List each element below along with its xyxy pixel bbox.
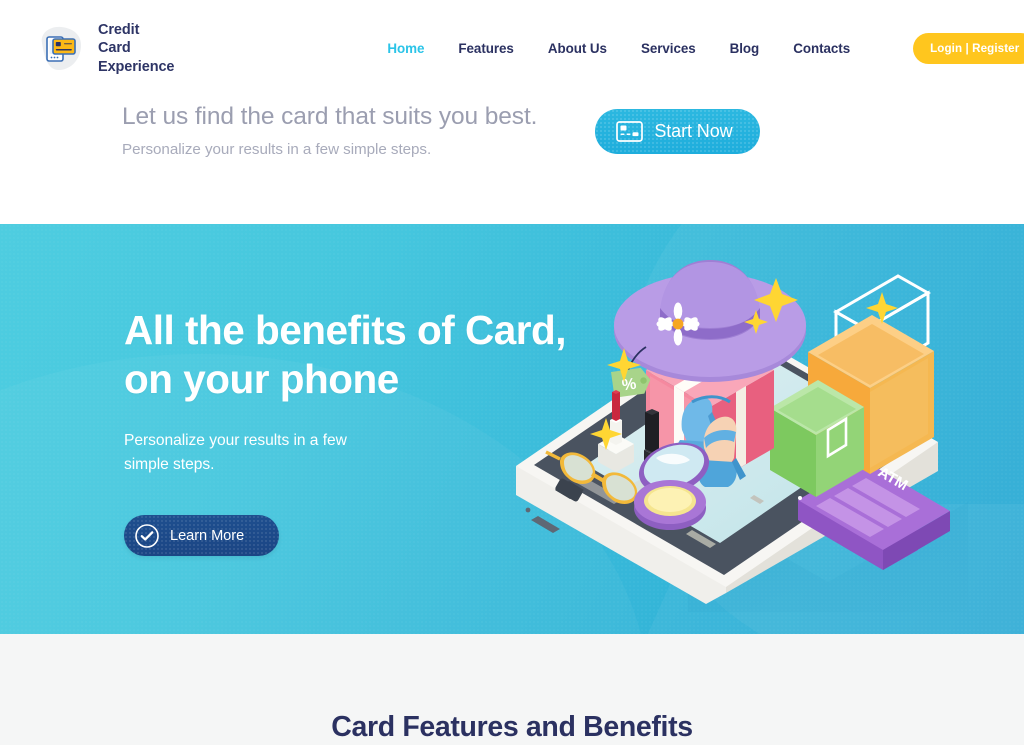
hero-section: All the benefits of Card, on your phone … (0, 224, 1024, 634)
nav-item-about-us[interactable]: About Us (531, 35, 624, 62)
learn-more-label: Learn More (170, 527, 245, 544)
subheader-subtitle: Personalize your results in a few simple… (122, 141, 432, 159)
isometric-smartphone-shopping-illustration: ATM % (498, 252, 968, 612)
site-header: Credit Card Experience Home Features Abo… (0, 0, 1024, 97)
check-circle-icon (134, 523, 160, 549)
nav-item-services[interactable]: Services (624, 35, 713, 62)
learn-more-button[interactable]: Learn More (124, 515, 279, 557)
credit-card-icon (616, 121, 644, 142)
brand-name-line1: Credit Card (98, 21, 140, 57)
login-register-button[interactable]: Login | Register (913, 33, 1024, 64)
phone-credit-card-icon (32, 21, 88, 77)
subheader-title: Let us find the card that suits you best… (122, 103, 538, 130)
start-now-label: Start Now (654, 121, 733, 141)
features-section-title: Card Features and Benefits (331, 711, 693, 743)
brand-name-line2: Experience (98, 58, 175, 75)
nav-item-contacts[interactable]: Contacts (776, 35, 867, 62)
main-navigation: Home Features About Us Services Blog Con… (370, 33, 1024, 64)
brand-logo-link[interactable]: Credit Card Experience (32, 21, 174, 77)
nav-item-features[interactable]: Features (441, 35, 530, 62)
nav-item-home[interactable]: Home (370, 35, 441, 62)
brand-name: Credit Card Experience (98, 21, 174, 77)
features-section: Card Features and Benefits (0, 634, 1024, 745)
start-now-button[interactable]: Start Now (595, 109, 760, 154)
subheader-banner: Let us find the card that suits you best… (0, 97, 1024, 224)
subheader-text-block: Let us find the card that suits you best… (122, 97, 537, 158)
nav-item-blog[interactable]: Blog (713, 35, 777, 62)
